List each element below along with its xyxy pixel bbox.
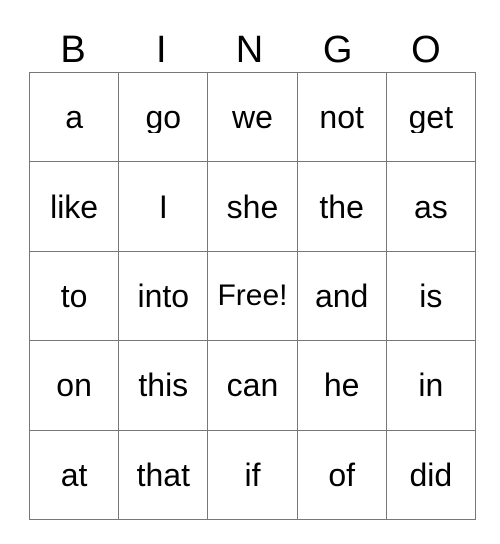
- bingo-cell-i5[interactable]: that: [118, 429, 209, 520]
- bingo-cell-free-space[interactable]: Free!: [207, 250, 298, 342]
- bingo-cell-label: a: [65, 101, 83, 134]
- bingo-cell-g1[interactable]: not: [296, 71, 387, 163]
- bingo-cell-n4[interactable]: can: [207, 340, 298, 431]
- bingo-cell-o1[interactable]: get: [385, 71, 476, 163]
- bingo-header-letter-i: I: [156, 29, 167, 71]
- bingo-row: like I she the as: [28, 161, 476, 252]
- bingo-cell-label: I: [158, 190, 168, 223]
- bingo-cell-label: she: [226, 190, 279, 223]
- bingo-cell-label: go: [145, 101, 182, 134]
- bingo-cell-label: and: [314, 279, 369, 312]
- bingo-row: a go we not get: [28, 71, 476, 163]
- bingo-row: at that if of did: [28, 429, 476, 520]
- bingo-header-letter-o: O: [411, 29, 441, 71]
- bingo-cell-b2[interactable]: like: [28, 161, 120, 252]
- bingo-cell-label: the: [319, 190, 364, 223]
- bingo-free-space-label: Free!: [217, 280, 288, 311]
- bingo-cell-g4[interactable]: he: [296, 340, 387, 431]
- bingo-cell-b3[interactable]: to: [28, 250, 120, 342]
- bingo-cell-g5[interactable]: of: [296, 429, 387, 520]
- bingo-cell-label: that: [136, 458, 190, 491]
- bingo-cell-label: at: [60, 458, 88, 491]
- bingo-row: to into Free! and is: [28, 250, 476, 342]
- bingo-cell-i2[interactable]: I: [118, 161, 209, 252]
- bingo-cell-label: get: [408, 101, 454, 134]
- bingo-cell-b1[interactable]: a: [28, 71, 120, 163]
- bingo-cell-g3[interactable]: and: [296, 250, 387, 342]
- bingo-cell-g2[interactable]: the: [296, 161, 387, 252]
- bingo-cell-n1[interactable]: we: [207, 71, 298, 163]
- bingo-cell-label: is: [419, 279, 443, 312]
- bingo-cell-label: this: [138, 369, 189, 402]
- bingo-cell-b4[interactable]: on: [28, 340, 120, 431]
- bingo-cell-i4[interactable]: this: [118, 340, 209, 431]
- bingo-cell-label: can: [226, 369, 279, 402]
- bingo-cell-i3[interactable]: into: [118, 250, 209, 342]
- bingo-header-letter-g: G: [322, 29, 353, 71]
- bingo-card: B I N G O a go we not get like I she the…: [28, 28, 476, 520]
- bingo-cell-label: into: [137, 279, 190, 312]
- bingo-cell-label: to: [60, 279, 88, 312]
- bingo-header-letter-n: N: [235, 29, 264, 71]
- bingo-row: on this can he in: [28, 340, 476, 431]
- bingo-cell-o2[interactable]: as: [385, 161, 476, 252]
- bingo-header-letter-b: B: [60, 29, 86, 71]
- bingo-cell-label: in: [418, 369, 444, 402]
- bingo-cell-label: of: [328, 458, 355, 491]
- bingo-cell-label: if: [244, 458, 261, 491]
- bingo-header-row: B I N G O: [29, 28, 470, 72]
- bingo-cell-label: we: [232, 101, 273, 134]
- bingo-cell-label: did: [409, 458, 453, 491]
- bingo-cell-o4[interactable]: in: [385, 340, 476, 431]
- bingo-cell-n2[interactable]: she: [207, 161, 298, 252]
- bingo-cell-label: not: [319, 101, 364, 134]
- bingo-cell-label: like: [50, 190, 99, 223]
- bingo-cell-label: as: [413, 190, 448, 223]
- bingo-cell-label: on: [56, 369, 92, 402]
- bingo-cell-i1[interactable]: go: [118, 71, 209, 163]
- bingo-cell-n5[interactable]: if: [207, 429, 298, 520]
- bingo-cell-label: he: [323, 369, 360, 402]
- bingo-cell-o5[interactable]: did: [385, 429, 476, 520]
- bingo-cell-o3[interactable]: is: [385, 250, 476, 342]
- bingo-cell-b5[interactable]: at: [28, 429, 120, 520]
- bingo-grid: a go we not get like I she the as to int…: [28, 71, 476, 520]
